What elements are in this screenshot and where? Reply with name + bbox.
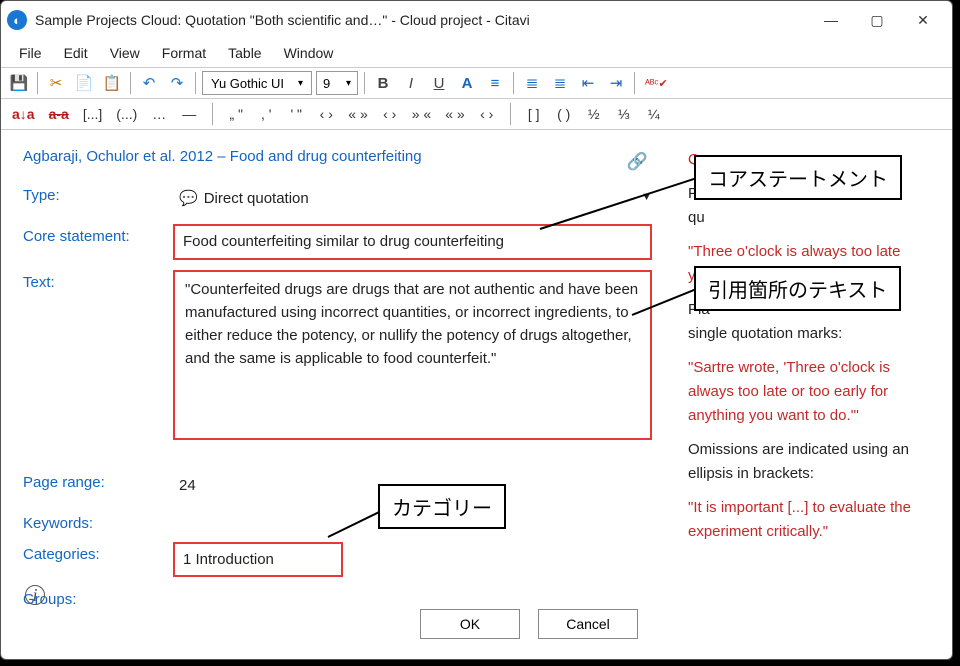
menu-view[interactable]: View bbox=[100, 41, 150, 65]
bold-button[interactable]: B bbox=[371, 71, 395, 95]
groups-label: Groups: bbox=[23, 587, 173, 608]
chevron-down-icon: ▾ bbox=[298, 78, 303, 89]
sym-strike[interactable]: a-a bbox=[46, 103, 72, 125]
help-panel: Qu Plaqu "Three o'clock is always too la… bbox=[672, 130, 952, 623]
chevron-down-icon: ▾ bbox=[346, 78, 351, 89]
sym-brackets-ellipsis[interactable]: [...] bbox=[80, 103, 105, 125]
sym-quote-2[interactable]: , ' bbox=[255, 103, 277, 125]
categories-input[interactable]: 1 Introduction bbox=[173, 542, 343, 577]
underline-button[interactable]: U bbox=[427, 71, 451, 95]
type-label: Type: bbox=[23, 183, 173, 204]
numbered-list-button[interactable]: ≣ bbox=[548, 71, 572, 95]
undo-icon[interactable]: ↶ bbox=[137, 71, 161, 95]
link-icon[interactable]: 🔗 bbox=[627, 152, 648, 172]
callout-category: カテゴリー bbox=[378, 484, 506, 529]
italic-button[interactable]: I bbox=[399, 71, 423, 95]
sym-guillemet-3[interactable]: » « bbox=[409, 103, 434, 125]
content-area: Agbaraji, Ochulor et al. 2012 – Food and… bbox=[1, 130, 952, 623]
callout-core-statement: コアステートメント bbox=[694, 155, 902, 200]
menu-format[interactable]: Format bbox=[152, 41, 216, 65]
sym-parens[interactable]: ( ) bbox=[553, 103, 575, 125]
sym-quarter[interactable]: ¼ bbox=[643, 103, 665, 125]
menu-table[interactable]: Table bbox=[218, 41, 271, 65]
cancel-button[interactable]: Cancel bbox=[538, 609, 638, 639]
close-button[interactable]: ✕ bbox=[900, 4, 946, 36]
form-panel: Agbaraji, Ochulor et al. 2012 – Food and… bbox=[1, 130, 672, 623]
reference-title[interactable]: Agbaraji, Ochulor et al. 2012 – Food and… bbox=[23, 148, 652, 165]
sym-guillemet-1[interactable]: « » bbox=[345, 103, 370, 125]
sym-dash[interactable]: — bbox=[178, 103, 200, 125]
menu-window[interactable]: Window bbox=[274, 41, 344, 65]
sym-quote-3[interactable]: ' " bbox=[285, 103, 307, 125]
page-range-label: Page range: bbox=[23, 470, 173, 491]
ok-button[interactable]: OK bbox=[420, 609, 520, 639]
sym-subscript[interactable]: a↓a bbox=[9, 103, 38, 125]
save-icon[interactable]: 💾 bbox=[7, 71, 31, 95]
text-label: Text: bbox=[23, 270, 173, 291]
window-title: Sample Projects Cloud: Quotation "Both s… bbox=[35, 12, 808, 28]
sym-guillemet-5[interactable]: ‹ › bbox=[476, 103, 498, 125]
app-window: ◐ Sample Projects Cloud: Quotation "Both… bbox=[0, 0, 953, 660]
cut-icon[interactable]: ✂ bbox=[44, 71, 68, 95]
paragraph-align-button[interactable]: ≡ bbox=[483, 71, 507, 95]
sym-guillemet-4[interactable]: « » bbox=[442, 103, 467, 125]
info-icon[interactable]: i bbox=[25, 585, 45, 605]
font-color-button[interactable]: A bbox=[455, 71, 479, 95]
sym-third[interactable]: ⅓ bbox=[613, 103, 635, 125]
font-family-select[interactable]: Yu Gothic UI▾ bbox=[202, 71, 312, 95]
sym-brackets[interactable]: [ ] bbox=[523, 103, 545, 125]
callout-quotation-text: 引用箇所のテキスト bbox=[694, 266, 901, 311]
dialog-buttons: OK Cancel bbox=[420, 609, 662, 649]
sym-parens-ellipsis[interactable]: (...) bbox=[113, 103, 140, 125]
sym-quote-4[interactable]: ‹ › bbox=[315, 103, 337, 125]
quotation-text-input[interactable]: "Counterfeited drugs are drugs that are … bbox=[173, 270, 652, 440]
keywords-label: Keywords: bbox=[23, 511, 173, 532]
core-statement-input[interactable]: Food counterfeiting similar to drug coun… bbox=[173, 224, 652, 259]
window-controls: — ▢ ✕ bbox=[808, 4, 946, 36]
redo-icon[interactable]: ↷ bbox=[165, 71, 189, 95]
minimize-button[interactable]: — bbox=[808, 4, 854, 36]
maximize-button[interactable]: ▢ bbox=[854, 4, 900, 36]
outdent-button[interactable]: ⇤ bbox=[576, 71, 600, 95]
sym-quote-1[interactable]: „ " bbox=[225, 103, 247, 125]
font-size-select[interactable]: 9▾ bbox=[316, 71, 358, 95]
sym-ellipsis[interactable]: … bbox=[148, 103, 170, 125]
toolbar: 💾 ✂ 📄 📋 ↶ ↷ Yu Gothic UI▾ 9▾ B I U A ≡ ≣… bbox=[1, 67, 952, 99]
groups-input[interactable] bbox=[173, 587, 652, 595]
app-icon: ◐ bbox=[7, 10, 27, 30]
categories-label: Categories: bbox=[23, 542, 173, 563]
core-statement-label: Core statement: bbox=[23, 224, 173, 245]
sym-half[interactable]: ½ bbox=[583, 103, 605, 125]
speech-bubble-icon: 💬 bbox=[179, 187, 198, 210]
copy-icon[interactable]: 📄 bbox=[72, 71, 96, 95]
help-text: "It is important [...] to evaluate the e… bbox=[688, 496, 936, 544]
menu-edit[interactable]: Edit bbox=[54, 41, 98, 65]
help-text: "Sartre wrote, 'Three o'clock is always … bbox=[688, 356, 936, 428]
menubar: File Edit View Format Table Window bbox=[1, 39, 952, 67]
help-text: Omissions are indicated using an ellipsi… bbox=[688, 438, 936, 486]
menu-file[interactable]: File bbox=[9, 41, 52, 65]
type-select[interactable]: 💬 Direct quotation ▼ bbox=[173, 183, 652, 214]
spellcheck-button[interactable]: ᴬᴮᶜ✔ bbox=[641, 71, 672, 95]
paste-icon[interactable]: 📋 bbox=[100, 71, 124, 95]
sym-guillemet-2[interactable]: ‹ › bbox=[379, 103, 401, 125]
bullet-list-button[interactable]: ≣ bbox=[520, 71, 544, 95]
indent-button[interactable]: ⇥ bbox=[604, 71, 628, 95]
titlebar: ◐ Sample Projects Cloud: Quotation "Both… bbox=[1, 1, 952, 39]
type-value: Direct quotation bbox=[204, 187, 309, 210]
symbol-toolbar: a↓a a-a [...] (...) … — „ " , ' ' " ‹ › … bbox=[1, 99, 952, 130]
